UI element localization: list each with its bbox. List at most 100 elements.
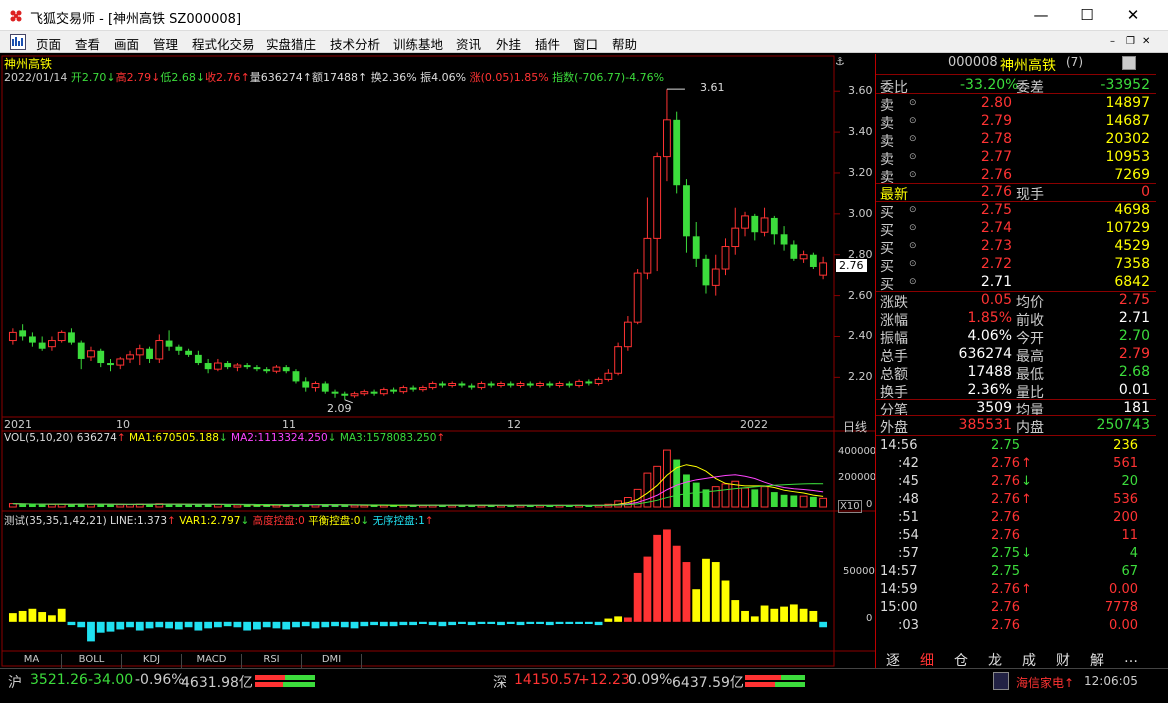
panel-divider	[876, 93, 1156, 94]
close-button[interactable]: ✕	[1110, 0, 1156, 31]
menu-window[interactable]: 窗口	[573, 34, 598, 53]
tick-row: :03 2.76 0.00	[876, 618, 1146, 636]
stock-seq: (7)	[1066, 55, 1083, 69]
volume-bar	[799, 495, 808, 508]
price-tick-label: 3.40	[848, 125, 873, 139]
kline-chart[interactable]	[0, 54, 875, 668]
menu-info[interactable]: 资讯	[456, 34, 481, 53]
menu-tech-analysis[interactable]: 技术分析	[330, 34, 380, 53]
sh-label: 沪	[8, 675, 22, 691]
menu-page[interactable]: 页面	[36, 34, 61, 53]
ind-balance-arrow: ↓	[360, 515, 370, 527]
candle-body	[341, 393, 349, 396]
quote-tab[interactable]: 成	[1022, 650, 1036, 670]
menu-program-trading[interactable]: 程式化交易	[192, 34, 255, 53]
candle-body	[48, 340, 56, 348]
indicator-bar	[633, 572, 642, 622]
period-daily[interactable]: 日线	[843, 418, 867, 435]
quote-tab[interactable]: 逐	[886, 650, 900, 670]
volume-bar	[760, 486, 769, 508]
candle-body	[565, 383, 573, 386]
candle-body	[799, 254, 808, 260]
menu-plugins[interactable]: 插件	[535, 34, 560, 53]
menu-plugin-ext[interactable]: 外挂	[496, 34, 521, 53]
weibi-value: -33.20%	[960, 77, 1019, 93]
candle-body	[87, 350, 95, 358]
tick-price: 2.76	[991, 582, 1020, 597]
menu-view[interactable]: 查看	[75, 34, 100, 53]
candle-body	[780, 234, 788, 245]
menu-help[interactable]: 帮助	[612, 34, 637, 53]
tick-price: 2.75	[991, 546, 1020, 561]
volume-header: VOL(5,10,20) 636274↑ MA1:670505.188↓ MA2…	[4, 432, 445, 444]
quote-tab[interactable]: 财	[1056, 650, 1070, 670]
mdi-restore-button[interactable]: ❐	[1126, 36, 1135, 47]
candle-body	[507, 383, 515, 386]
tab-boll[interactable]: BOLL	[62, 654, 122, 668]
price-tick-label: 2.40	[848, 329, 873, 343]
candle-body	[487, 383, 495, 386]
quote-tab[interactable]: 解	[1090, 650, 1104, 670]
candle-body	[68, 332, 75, 343]
volume-bar	[48, 503, 56, 508]
f10-icon[interactable]	[1122, 56, 1136, 70]
mdi-minimize-button[interactable]: –	[1110, 36, 1115, 47]
ind-line-arrow: ↑	[167, 515, 176, 527]
buy-row-label: 买	[880, 241, 894, 257]
candle-body	[390, 389, 398, 392]
vol-value: VOL(5,10,20) 636274	[4, 432, 117, 444]
volume-bar	[87, 503, 95, 508]
candle-body	[8, 331, 17, 342]
menu-live-hunt[interactable]: 实盘猎庄	[266, 34, 316, 53]
anchor-icon[interactable]: ⚓	[835, 55, 845, 68]
sell-row: 卖 ⊙ 2.80 14897	[876, 95, 1156, 114]
quote-tab[interactable]: 仓	[954, 650, 968, 670]
maximize-button[interactable]: ☐	[1064, 0, 1110, 31]
order-icon: ⊙	[909, 116, 917, 126]
tick-arrow: ↑	[1021, 456, 1032, 471]
menu-screen[interactable]: 画面	[114, 34, 139, 53]
volume-bar	[19, 504, 27, 507]
news-flag-icon[interactable]	[993, 672, 1009, 690]
stat-label-2: 均价	[1016, 295, 1044, 311]
price-tick-label: 2.20	[848, 370, 873, 384]
menu-manage[interactable]: 管理	[153, 34, 178, 53]
indicator-bar	[770, 608, 779, 622]
panel-divider	[876, 291, 1156, 292]
candle-body	[683, 185, 690, 237]
news-ticker[interactable]: 海信家电↑	[1016, 674, 1074, 691]
indicator-header: 测试(35,35,1,42,21) LINE:1.373↑ VAR1:2.797…	[4, 513, 434, 528]
volume-bar	[790, 495, 798, 507]
document-icon[interactable]	[10, 34, 26, 50]
sh-pct: -0.96%	[135, 672, 185, 688]
sh-breadth-bar	[255, 675, 315, 687]
weicha-value: -33952	[1100, 77, 1150, 93]
tab-ma[interactable]: MA	[2, 654, 62, 668]
volume-ma-line	[12, 474, 824, 506]
quote-tab[interactable]: …	[1124, 650, 1138, 666]
chart-area[interactable]: 神州高铁 ⚓ 2022/01/14 开2.70↓高2.79↓低2.68↓收2.7…	[0, 54, 876, 668]
tab-macd[interactable]: MACD	[182, 654, 242, 668]
candle-body	[428, 382, 437, 389]
tab-kdj[interactable]: KDJ	[122, 654, 182, 668]
weicha-label: 委差	[1016, 80, 1044, 96]
candle-body	[536, 382, 544, 387]
quote-tab[interactable]: 龙	[988, 650, 1002, 670]
quote-tab[interactable]: 细	[920, 650, 934, 670]
menu-training[interactable]: 训练基地	[393, 34, 443, 53]
mdi-close-button[interactable]: ✕	[1142, 36, 1150, 47]
stat-label-2: 最低	[1016, 367, 1044, 383]
info-date: 2022/01/14	[4, 71, 68, 84]
stat-row: 振幅 4.06% 今开 2.70	[876, 328, 1156, 347]
tick-time: 14:57	[880, 564, 918, 579]
menu-bar: 页面 查看 画面 管理 程式化交易 实盘猎庄 技术分析 训练基地 资讯 外挂 插…	[0, 31, 1168, 53]
candle-body	[751, 215, 759, 233]
tab-dmi[interactable]: DMI	[302, 654, 362, 668]
volume-ma-line	[12, 464, 824, 506]
tick-time: :48	[898, 492, 919, 507]
tab-rsi[interactable]: RSI	[242, 654, 302, 668]
sell-row-price: 2.78	[980, 131, 1012, 147]
info-close: 收2.76	[205, 71, 241, 84]
minimize-button[interactable]: —	[1018, 0, 1064, 31]
order-icon: ⊙	[909, 170, 917, 180]
